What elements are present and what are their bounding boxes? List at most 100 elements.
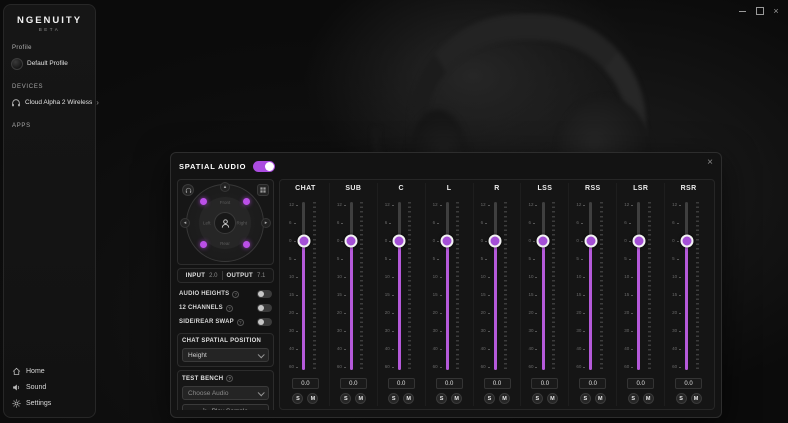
channel-value[interactable]: 0.0	[627, 378, 654, 389]
help-icon[interactable]: ?	[226, 375, 233, 382]
help-icon[interactable]: ?	[237, 319, 244, 326]
channel-fader[interactable]: 12605101520304060	[378, 197, 425, 376]
level-meter	[408, 202, 411, 370]
channel-fader[interactable]: 12605101520304060	[330, 197, 377, 376]
twelve-channels-row: 12 CHANNELS ?	[179, 301, 272, 315]
window-close-button[interactable]: ×	[770, 6, 782, 16]
mute-button[interactable]: M	[691, 393, 702, 404]
speaker-dot-front-left[interactable]	[200, 198, 207, 205]
fader-thumb[interactable]	[537, 235, 550, 248]
help-icon[interactable]: ?	[226, 305, 233, 312]
channel-value[interactable]: 0.0	[388, 378, 415, 389]
fader-thumb[interactable]	[680, 235, 693, 248]
solo-button[interactable]: S	[340, 393, 351, 404]
scale-tick: 15	[433, 292, 442, 298]
fader-thumb[interactable]	[584, 235, 597, 248]
sidebar-item-device[interactable]: Cloud Alpha 2 Wireless ›	[11, 95, 91, 110]
panel-title: SPATIAL AUDIO	[179, 162, 246, 171]
scale-tick: 40	[672, 346, 681, 352]
devices-section-label: DEVICES	[12, 84, 95, 90]
channel-value[interactable]: 0.0	[340, 378, 367, 389]
channel-fader[interactable]: 12605101520304060	[474, 197, 521, 376]
solo-mute-group: S M	[436, 393, 462, 404]
fader-thumb[interactable]	[297, 235, 310, 248]
mute-button[interactable]: M	[595, 393, 606, 404]
channel-value[interactable]: 0.0	[579, 378, 606, 389]
speaker-dot-rear-left[interactable]	[200, 241, 207, 248]
arrow-right-icon[interactable]: ▸	[261, 218, 271, 228]
solo-button[interactable]: S	[436, 393, 447, 404]
arrow-left-icon[interactable]: ◂	[180, 218, 190, 228]
sidebar-item-home[interactable]: Home	[12, 367, 51, 376]
mute-button[interactable]: M	[451, 393, 462, 404]
minimize-button[interactable]	[736, 6, 748, 16]
fader-scale: 12605101520304060	[624, 202, 633, 370]
scale-tick: 10	[576, 274, 585, 280]
fader-thumb[interactable]	[345, 235, 358, 248]
fader-thumb[interactable]	[441, 235, 454, 248]
fader-thumb[interactable]	[632, 235, 645, 248]
channel-fader[interactable]: 12605101520304060	[617, 197, 664, 376]
fader-scale: 12605101520304060	[672, 202, 681, 370]
spatial-audio-toggle[interactable]	[253, 161, 275, 172]
solo-button[interactable]: S	[388, 393, 399, 404]
solo-button[interactable]: S	[676, 393, 687, 404]
mute-button[interactable]: M	[643, 393, 654, 404]
speaker-dot-front-right[interactable]	[243, 198, 250, 205]
sidebar-item-default-profile[interactable]: Default Profile	[11, 56, 91, 71]
mute-button[interactable]: M	[499, 393, 510, 404]
mute-button[interactable]: M	[307, 393, 318, 404]
scale-tick: 5	[576, 256, 585, 262]
channel-value[interactable]: 0.0	[675, 378, 702, 389]
channel-fader[interactable]: 12605101520304060	[426, 197, 473, 376]
fader-thumb[interactable]	[489, 235, 502, 248]
side-rear-swap-toggle[interactable]	[257, 318, 272, 326]
fader-track	[637, 202, 640, 370]
scale-tick: 40	[528, 346, 537, 352]
choose-audio-select[interactable]: Choose Audio	[182, 386, 269, 400]
scale-tick: 30	[481, 328, 490, 334]
scale-tick: 60	[528, 364, 537, 370]
channel-value[interactable]: 0.0	[484, 378, 511, 389]
audio-heights-toggle[interactable]	[257, 290, 272, 298]
mute-button[interactable]: M	[547, 393, 558, 404]
scale-tick: 10	[672, 274, 681, 280]
solo-button[interactable]: S	[580, 393, 591, 404]
solo-button[interactable]: S	[532, 393, 543, 404]
mute-button[interactable]: M	[403, 393, 414, 404]
scale-tick: 40	[289, 346, 298, 352]
solo-mute-group: S M	[532, 393, 558, 404]
channel-fader[interactable]: 12605101520304060	[665, 197, 712, 376]
channel-fader[interactable]: 12605101520304060	[521, 197, 568, 376]
twelve-channels-toggle[interactable]	[257, 304, 272, 312]
headphones-icon[interactable]	[182, 184, 194, 196]
help-icon[interactable]: ?	[232, 291, 239, 298]
arrow-up-icon[interactable]: ▴	[220, 182, 230, 192]
channel-value[interactable]: 0.0	[531, 378, 558, 389]
scale-tick: 15	[672, 292, 681, 298]
solo-button[interactable]: S	[292, 393, 303, 404]
maximize-button[interactable]	[754, 6, 766, 16]
scale-tick: 6	[385, 220, 394, 226]
scale-tick: 30	[433, 328, 442, 334]
panel-close-icon[interactable]: ×	[707, 158, 713, 168]
fader-track	[685, 202, 688, 370]
grid-icon[interactable]	[257, 184, 269, 196]
scale-tick: 15	[385, 292, 394, 298]
sidebar-item-settings[interactable]: Settings	[12, 399, 51, 408]
scale-tick: 40	[481, 346, 490, 352]
channel-fader[interactable]: 12605101520304060	[569, 197, 616, 376]
channel-value[interactable]: 0.0	[436, 378, 463, 389]
sidebar-item-sound[interactable]: Sound	[12, 383, 51, 392]
fader-thumb[interactable]	[393, 235, 406, 248]
solo-mute-group: S M	[676, 393, 702, 404]
chat-position-select[interactable]: Height	[182, 348, 269, 362]
speaker-dot-rear-right[interactable]	[243, 241, 250, 248]
solo-button[interactable]: S	[484, 393, 495, 404]
channel-value[interactable]: 0.0	[292, 378, 319, 389]
solo-button[interactable]: S	[628, 393, 639, 404]
channel-fader[interactable]: 12605101520304060	[282, 197, 329, 376]
mute-button[interactable]: M	[355, 393, 366, 404]
play-sample-button[interactable]: ▷ Play Sample	[182, 404, 269, 410]
apps-section-label: APPS	[12, 123, 95, 129]
